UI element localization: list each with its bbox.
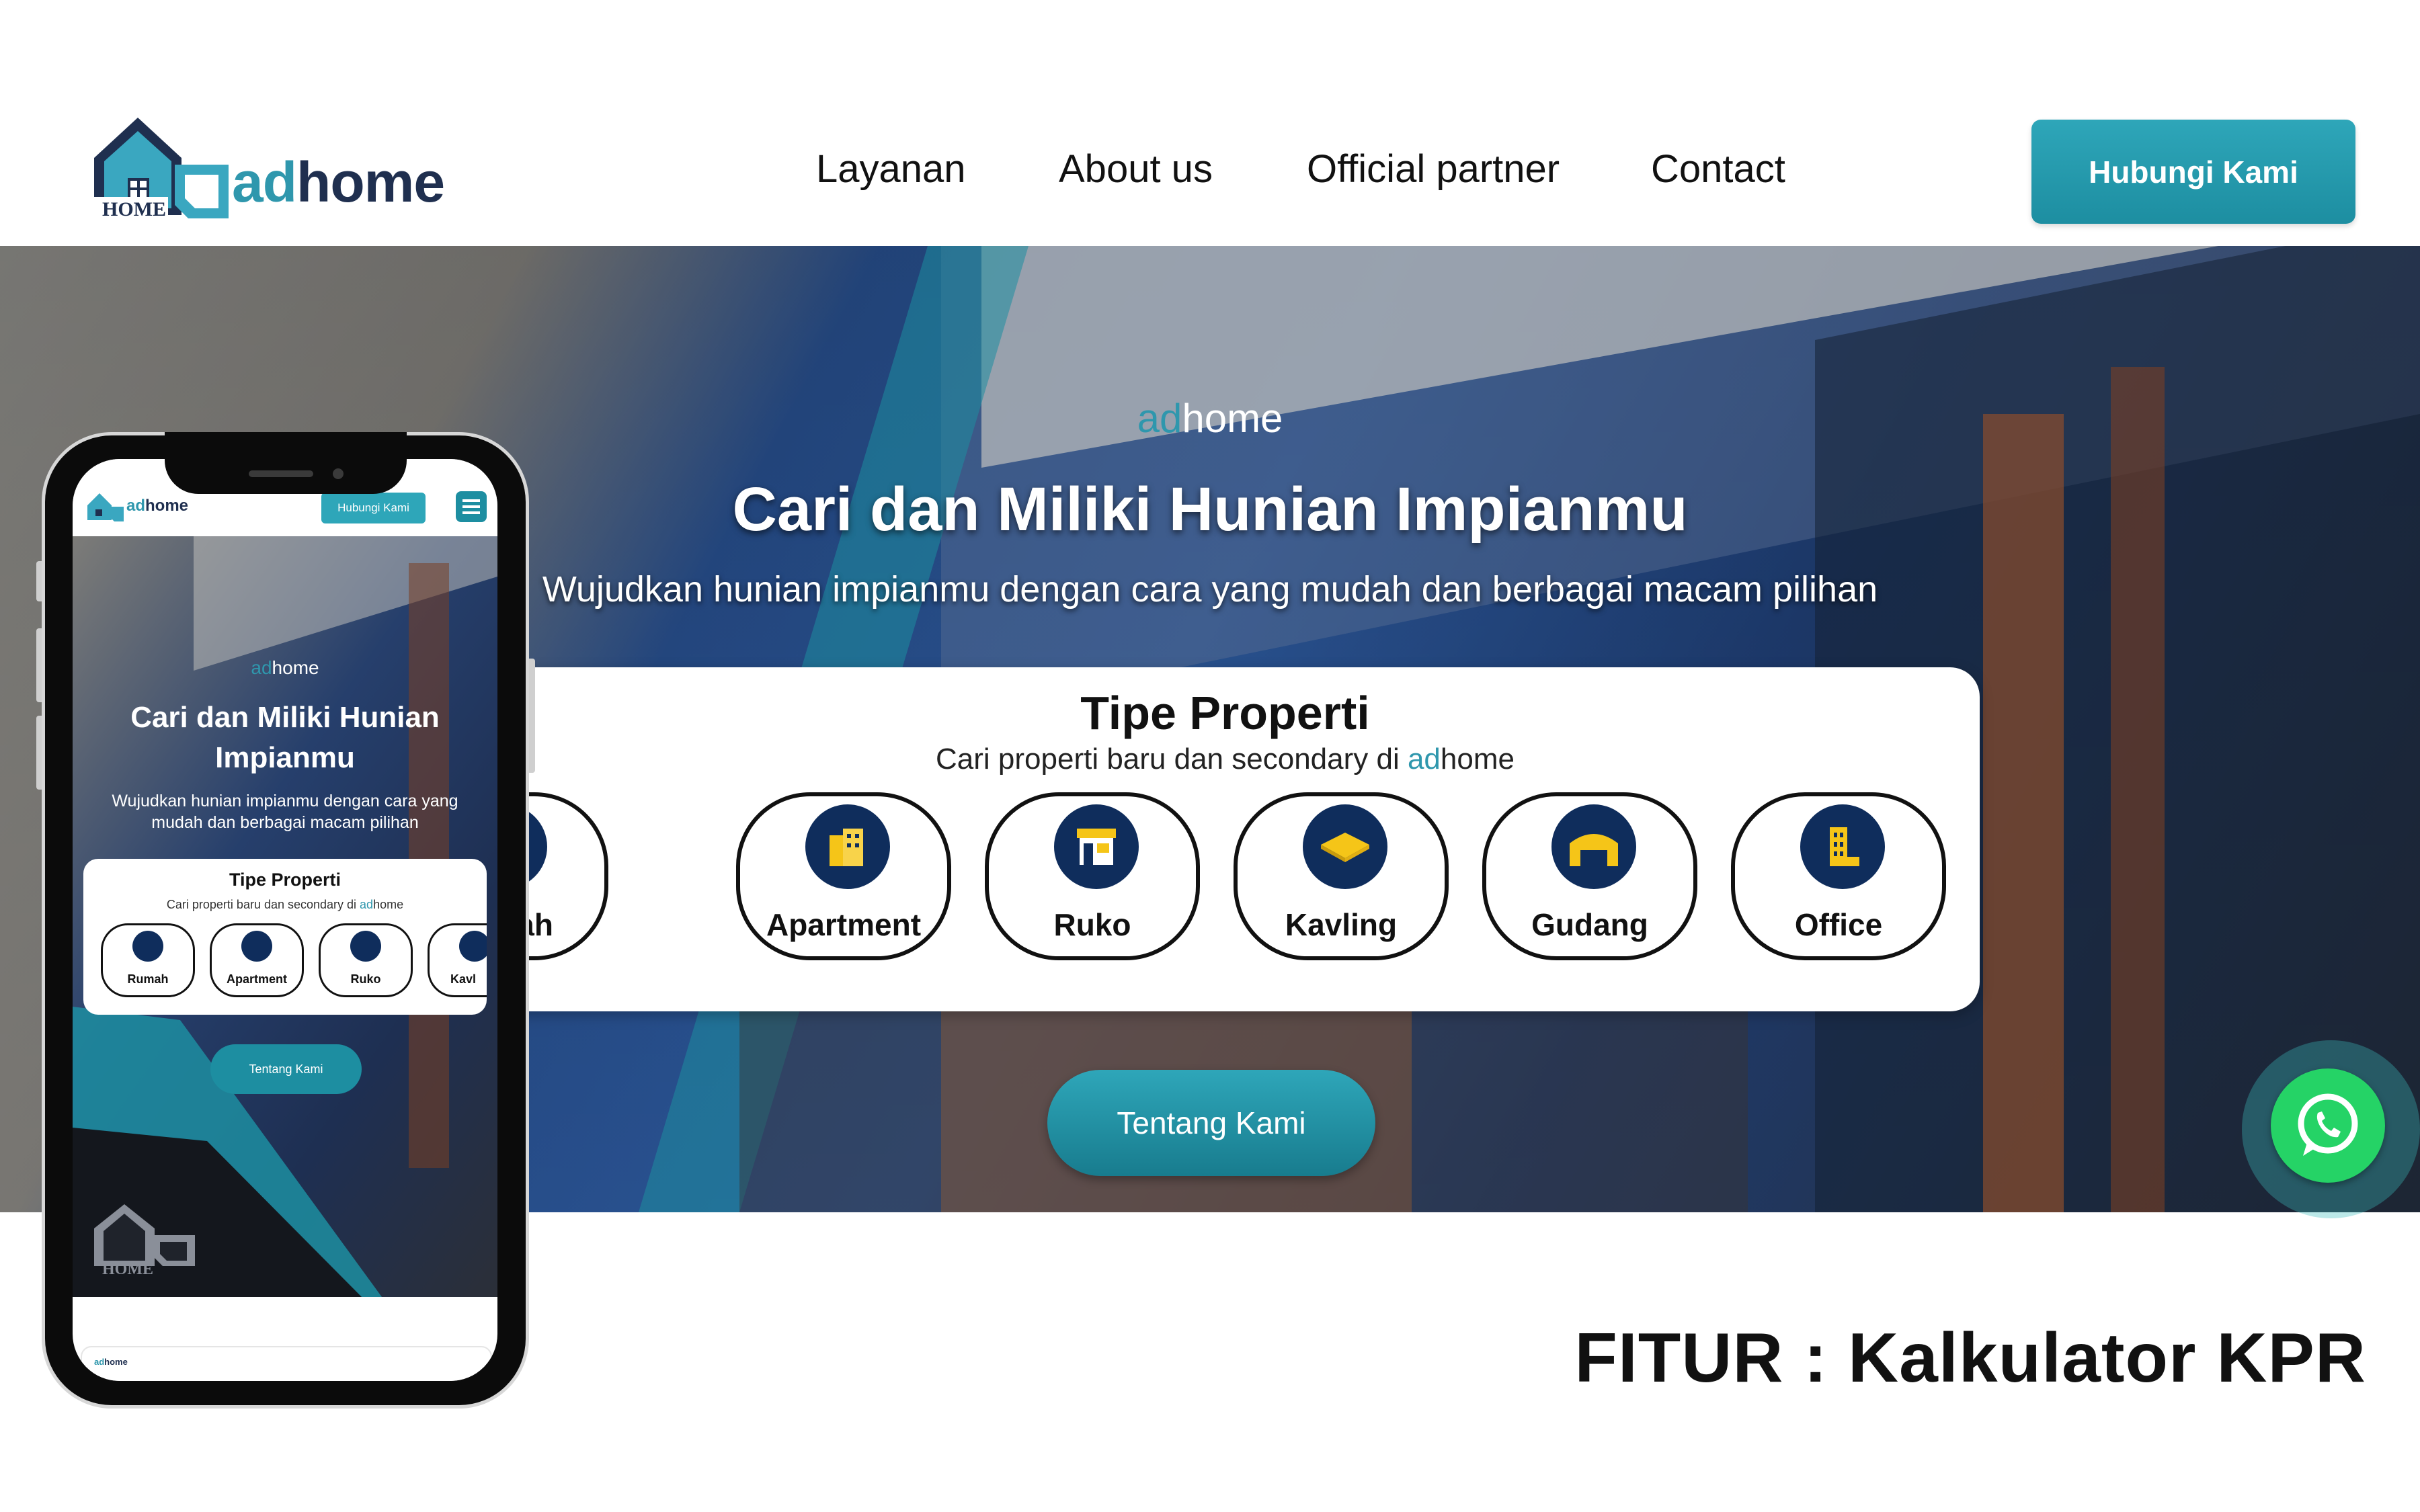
property-type-ruko[interactable]: Ruko: [985, 792, 1200, 960]
property-type-label: Gudang: [1531, 907, 1648, 942]
phone-screen: adhome Hubungi Kami adhome Cari dan Mili…: [73, 459, 497, 1381]
mobile-card-title: Tipe Properti: [229, 870, 341, 890]
brand-logo[interactable]: HOME adhome: [74, 111, 450, 225]
apartment-icon: [805, 804, 890, 889]
nav-link-contact[interactable]: Contact: [1651, 146, 1785, 192]
office-building-icon: [1800, 804, 1885, 889]
phone-notch: [165, 432, 407, 494]
mobile-hero-kicker: adhome: [251, 657, 319, 678]
mobile-property-type-label: Apartment: [226, 972, 287, 986]
whatsapp-icon: [2298, 1093, 2358, 1156]
mobile-property-type-label: Ruko: [350, 972, 381, 986]
apartment-icon: [241, 931, 272, 962]
logo-wordmark: adhome: [232, 151, 445, 214]
mobile-tentang-kami-button[interactable]: Tentang Kami: [210, 1044, 362, 1094]
mobile-property-type-rumah[interactable]: Rumah: [101, 923, 195, 997]
property-type-kavling[interactable]: Kavling: [1234, 792, 1449, 960]
property-type-label: Kavling: [1285, 907, 1398, 942]
mobile-logo-icon: [87, 493, 124, 521]
mobile-property-type-label: Kavl: [450, 972, 477, 986]
property-type-office[interactable]: Office: [1731, 792, 1946, 960]
mobile-card-subtitle: Cari properti baru dan secondary di adho…: [166, 898, 404, 911]
mobile-property-type-apartment[interactable]: Apartment: [210, 923, 304, 997]
property-type-title: Tipe Properti: [1080, 687, 1370, 739]
mobile-footer-logo: HOME: [87, 1202, 202, 1282]
phone-camera: [333, 468, 344, 479]
shop-icon: [1054, 804, 1139, 889]
feature-caption: FITUR : Kalkulator KPR: [1574, 1319, 2366, 1397]
mobile-hero-subtitle: Wujudkan hunian impianmu dengan cara yan…: [112, 792, 458, 832]
nav-link-about-us[interactable]: About us: [1059, 146, 1213, 192]
mobile-property-type-card: Tipe Properti Cari properti baru dan sec…: [83, 859, 487, 1015]
property-type-label: Office: [1794, 907, 1883, 942]
hubungi-kami-button[interactable]: Hubungi Kami: [2031, 120, 2355, 224]
tentang-kami-button[interactable]: Tentang Kami: [1047, 1070, 1375, 1176]
nav-link-layanan[interactable]: Layanan: [816, 146, 966, 192]
property-type-label: Apartment: [766, 907, 922, 942]
mobile-property-type-ruko[interactable]: Ruko: [319, 923, 413, 997]
land-plot-icon: [459, 931, 487, 962]
nav-link-official-partner[interactable]: Official partner: [1307, 146, 1560, 192]
mobile-property-type-label: Rumah: [127, 972, 169, 986]
house-icon: [132, 931, 163, 962]
mobile-hero: adhome Cari dan Miliki Hunian Impianmu W…: [73, 536, 497, 1297]
warehouse-icon: [1551, 804, 1636, 889]
hamburger-menu-icon[interactable]: [456, 491, 487, 522]
mobile-footer-bar: adhome: [81, 1346, 492, 1381]
property-type-label: Ruko: [1053, 907, 1131, 942]
top-navbar: HOME adhome Layanan About us Official pa…: [0, 0, 2420, 246]
mobile-footer-logo-text: adhome: [94, 1357, 128, 1367]
property-type-gudang[interactable]: Gudang: [1482, 792, 1697, 960]
mobile-hero-title: Cari dan Miliki Hunian Impianmu: [130, 701, 440, 774]
shop-icon: [350, 931, 381, 962]
property-type-apartment[interactable]: Apartment: [736, 792, 951, 960]
property-type-subtitle: Cari properti baru dan secondary di adho…: [936, 743, 1515, 775]
property-type-card: Tipe Properti Cari properti baru dan sec…: [471, 667, 1980, 1011]
mobile-footer-badge: HOME: [102, 1261, 153, 1278]
phone-speaker: [249, 470, 313, 477]
mobile-property-type-kavling[interactable]: Kavl: [428, 923, 487, 997]
mobile-hubungi-kami-button[interactable]: Hubungi Kami: [321, 493, 426, 523]
land-plot-icon: [1303, 804, 1387, 889]
logo-badge-text: HOME: [102, 198, 166, 220]
mobile-logo-wordmark: adhome: [126, 497, 189, 515]
house-logo-icon: [94, 1204, 195, 1266]
whatsapp-button[interactable]: [2271, 1068, 2385, 1183]
